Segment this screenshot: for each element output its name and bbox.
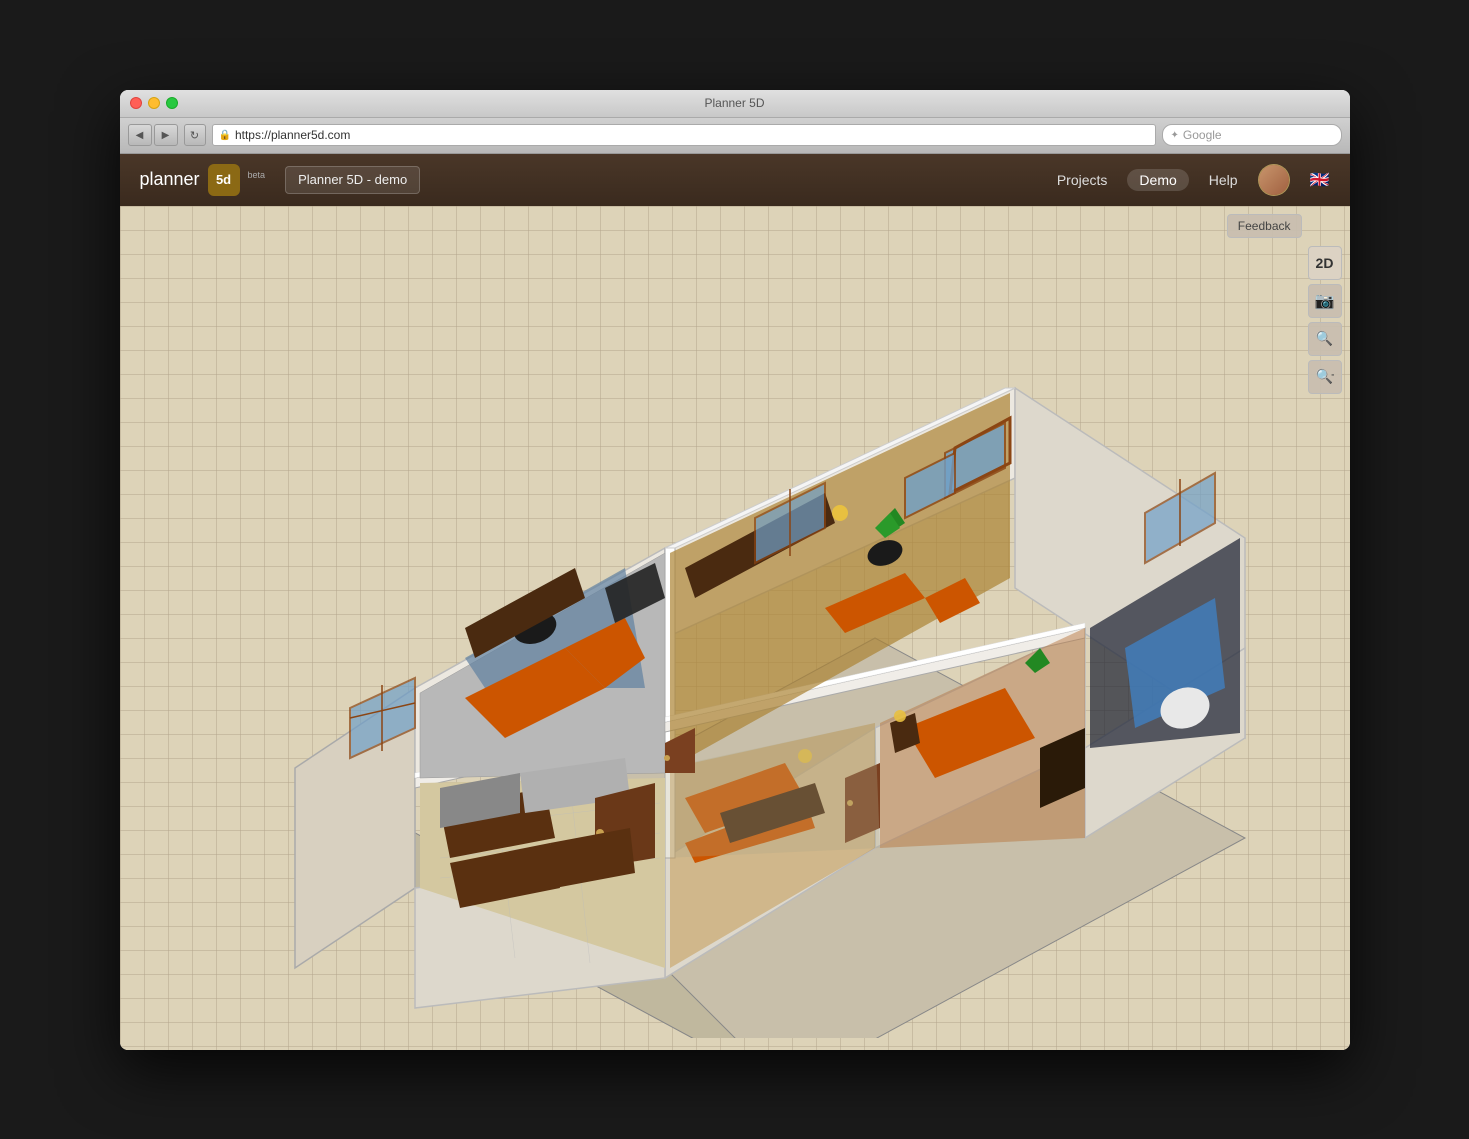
- window-title: Planner 5D: [704, 96, 764, 110]
- zoom-in-button[interactable]: 🔍: [1308, 322, 1342, 356]
- view-2d-button[interactable]: 2D: [1308, 246, 1342, 280]
- title-bar: Planner 5D: [120, 90, 1350, 118]
- project-name-area[interactable]: Planner 5D - demo: [285, 166, 420, 194]
- screenshot-button[interactable]: 📷: [1308, 284, 1342, 318]
- nav-arrows: ◀ ▶: [128, 124, 178, 146]
- reload-button[interactable]: ↻: [184, 124, 206, 146]
- lock-icon: 🔒: [219, 130, 231, 141]
- floorplan-container: [120, 206, 1350, 1050]
- nav-demo[interactable]: Demo: [1127, 169, 1188, 191]
- main-canvas[interactable]: Feedback 2D 📷 🔍 🔍-: [120, 206, 1350, 1050]
- beta-badge: beta: [248, 170, 266, 180]
- close-button[interactable]: [130, 97, 142, 109]
- user-avatar[interactable]: [1258, 164, 1290, 196]
- avatar-image: [1259, 165, 1289, 195]
- nav-projects[interactable]: Projects: [1057, 172, 1108, 188]
- mac-window: Planner 5D ◀ ▶ ↻ 🔒 https://planner5d.com…: [120, 90, 1350, 1050]
- back-button[interactable]: ◀: [128, 124, 152, 146]
- logo-text: planner: [140, 169, 200, 190]
- nav-help[interactable]: Help: [1209, 172, 1238, 188]
- zoom-out-icon: 🔍-: [1316, 368, 1333, 385]
- feedback-button[interactable]: Feedback: [1227, 214, 1302, 238]
- address-bar[interactable]: 🔒 https://planner5d.com: [212, 124, 1156, 146]
- window-controls: [130, 97, 178, 109]
- search-icon: ✦: [1171, 130, 1179, 141]
- floorplan-svg: [185, 218, 1285, 1038]
- browser-nav-bar: ◀ ▶ ↻ 🔒 https://planner5d.com ✦ Google: [120, 118, 1350, 154]
- minimize-button[interactable]: [148, 97, 160, 109]
- right-toolbar: 2D 📷 🔍 🔍-: [1308, 246, 1342, 394]
- language-flag[interactable]: 🇬🇧: [1310, 170, 1330, 190]
- camera-icon: 📷: [1315, 291, 1335, 311]
- url-text: https://planner5d.com: [235, 128, 350, 142]
- search-placeholder: Google: [1183, 128, 1222, 142]
- header-nav: Projects Demo Help 🇬🇧: [1057, 164, 1330, 196]
- maximize-button[interactable]: [166, 97, 178, 109]
- app-header: planner 5d beta Planner 5D - demo Projec…: [120, 154, 1350, 206]
- search-bar[interactable]: ✦ Google: [1162, 124, 1342, 146]
- zoom-in-icon: 🔍: [1316, 330, 1333, 347]
- zoom-out-button[interactable]: 🔍-: [1308, 360, 1342, 394]
- logo-area: planner 5d beta: [140, 164, 266, 196]
- project-name: Planner 5D - demo: [298, 172, 407, 187]
- forward-button[interactable]: ▶: [154, 124, 178, 146]
- logo-icon: 5d: [208, 164, 240, 196]
